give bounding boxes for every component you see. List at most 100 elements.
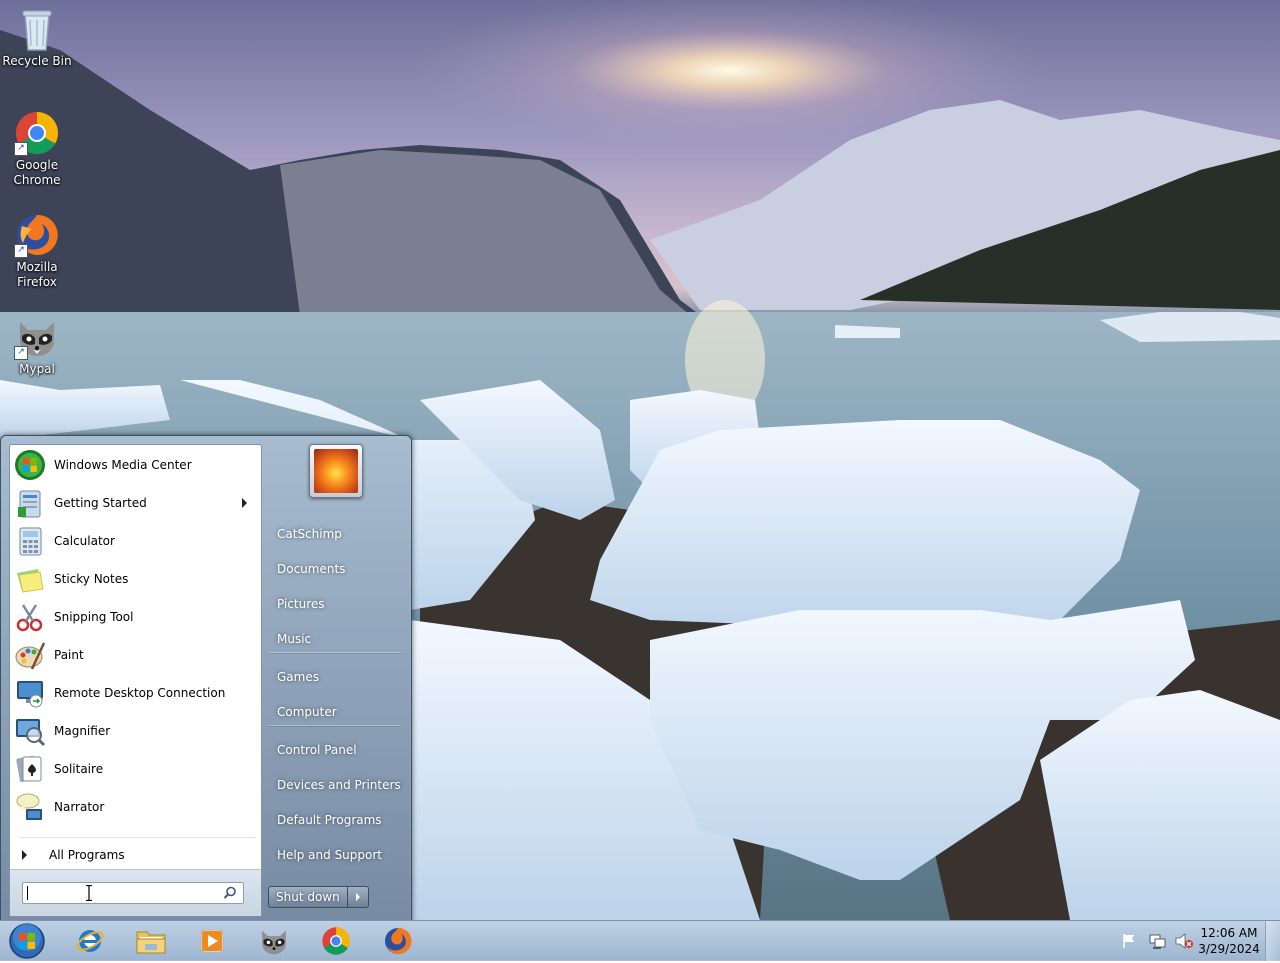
taskbar: 12:06 AM 3/29/2024	[0, 920, 1280, 961]
link-control-panel[interactable]: Control Panel	[267, 735, 403, 765]
search-icon[interactable]	[223, 886, 237, 900]
program-label: Calculator	[54, 534, 115, 548]
search-area	[10, 869, 261, 916]
firefox-icon: ↗	[14, 212, 60, 258]
link-default-programs[interactable]: Default Programs	[267, 805, 403, 835]
link-computer[interactable]: Computer	[267, 697, 403, 727]
media-player-icon	[200, 929, 224, 953]
calculator-icon	[14, 525, 46, 557]
getting-started-icon	[14, 487, 46, 519]
taskbar-internet-explorer[interactable]	[62, 923, 118, 959]
shortcut-arrow-icon: ↗	[14, 142, 28, 156]
remote-desktop-icon	[14, 677, 46, 709]
program-label: Paint	[54, 648, 84, 662]
shutdown-control: Shut down	[268, 886, 369, 908]
program-label: Snipping Tool	[54, 610, 134, 624]
program-solitaire[interactable]: Solitaire	[12, 751, 259, 787]
sticky-notes-icon	[14, 563, 46, 595]
shortcut-arrow-icon: ↗	[14, 346, 28, 360]
taskbar-media-player[interactable]	[184, 923, 240, 959]
program-sticky-notes[interactable]: Sticky Notes	[12, 561, 259, 597]
desktop-icon-label: Chrome	[13, 173, 61, 187]
program-snipping-tool[interactable]: Snipping Tool	[12, 599, 259, 635]
recycle-bin-icon	[14, 6, 60, 52]
link-help-and-support[interactable]: Help and Support	[267, 840, 403, 870]
places-separator	[269, 652, 401, 653]
volume-muted-icon[interactable]	[1174, 932, 1194, 950]
start-menu: Windows Media Center Getting Started Cal…	[0, 435, 412, 923]
text-cursor	[27, 886, 28, 900]
chrome-icon: ↗	[14, 110, 60, 156]
expand-arrow-icon	[22, 850, 27, 860]
program-remote-desktop-connection[interactable]: Remote Desktop Connection	[12, 675, 259, 711]
raccoon-icon: ↗	[14, 314, 60, 360]
link-pictures[interactable]: Pictures	[267, 589, 403, 619]
paint-icon	[14, 639, 46, 671]
desktop-icon-label: Recycle Bin	[2, 54, 72, 68]
taskbar-clock[interactable]: 12:06 AM 3/29/2024	[1198, 925, 1260, 957]
program-narrator[interactable]: Narrator	[12, 789, 259, 825]
shutdown-button[interactable]: Shut down	[268, 886, 348, 908]
magnifier-icon	[14, 715, 46, 747]
user-photo-flower	[314, 449, 358, 493]
desktop-icon-label: Mozilla	[16, 260, 58, 274]
desktop-icon-label: Mypal	[19, 362, 55, 376]
program-paint[interactable]: Paint	[12, 637, 259, 673]
program-label: Windows Media Center	[54, 458, 192, 472]
program-label: Getting Started	[54, 496, 147, 510]
notification-area	[1120, 921, 1194, 961]
desktop-icon-mypal[interactable]: ↗ Mypal	[0, 314, 74, 377]
link-documents[interactable]: Documents	[267, 554, 403, 584]
program-label: Narrator	[54, 800, 105, 814]
windows-orb-icon	[9, 923, 45, 959]
all-programs-label: All Programs	[49, 848, 125, 862]
program-magnifier[interactable]: Magnifier	[12, 713, 259, 749]
link-devices-and-printers[interactable]: Devices and Printers	[267, 770, 403, 800]
network-icon[interactable]	[1148, 932, 1166, 950]
desktop-icon-label: Google	[15, 158, 59, 172]
program-windows-media-center[interactable]: Windows Media Center	[12, 447, 259, 483]
submenu-arrow-icon[interactable]	[242, 498, 247, 508]
solitaire-icon	[14, 753, 46, 785]
file-explorer-icon	[136, 931, 166, 954]
taskbar-mypal[interactable]	[246, 923, 302, 959]
taskbar-mozilla-firefox[interactable]	[370, 923, 426, 959]
raccoon-icon	[262, 930, 286, 955]
link-games[interactable]: Games	[267, 662, 403, 692]
desktop-icon-google-chrome[interactable]: ↗ Google Chrome	[0, 110, 74, 188]
mouse-ibeam-cursor-icon	[86, 885, 92, 901]
link-music[interactable]: Music	[267, 624, 403, 654]
desktop-icon-recycle-bin[interactable]: Recycle Bin	[0, 6, 74, 69]
program-label: Sticky Notes	[54, 572, 129, 586]
show-desktop-button[interactable]	[1265, 921, 1280, 961]
narrator-icon	[14, 791, 46, 823]
chrome-icon	[322, 927, 350, 955]
action-center-flag-icon[interactable]	[1120, 932, 1138, 950]
shutdown-options-arrow-icon[interactable]	[347, 886, 369, 908]
programs-separator	[20, 837, 255, 838]
program-label: Remote Desktop Connection	[54, 686, 226, 700]
places-separator	[269, 725, 401, 726]
start-button[interactable]	[6, 922, 48, 960]
start-menu-programs-pane: Windows Media Center Getting Started Cal…	[9, 444, 262, 917]
taskbar-google-chrome[interactable]	[308, 923, 364, 959]
windows-media-center-icon	[14, 449, 46, 481]
internet-explorer-icon	[76, 930, 104, 952]
start-menu-places-pane: CatSchimp Documents Pictures Music Games…	[263, 444, 407, 915]
shortcut-arrow-icon: ↗	[14, 244, 28, 258]
desktop-icon-label: Firefox	[17, 275, 57, 289]
program-label: Magnifier	[54, 724, 111, 738]
firefox-icon	[384, 927, 412, 955]
start-search-input[interactable]	[22, 882, 244, 904]
all-programs-button[interactable]: All Programs	[12, 842, 259, 868]
program-calculator[interactable]: Calculator	[12, 523, 259, 559]
desktop-icon-mozilla-firefox[interactable]: ↗ Mozilla Firefox	[0, 212, 74, 290]
snipping-tool-icon	[14, 601, 46, 633]
program-getting-started[interactable]: Getting Started	[12, 485, 259, 521]
link-user-folder[interactable]: CatSchimp	[267, 519, 403, 549]
program-label: Solitaire	[54, 762, 104, 776]
user-picture[interactable]	[309, 444, 363, 498]
clock-time: 12:06 AM	[1200, 926, 1258, 940]
taskbar-file-explorer[interactable]	[123, 923, 179, 959]
clock-date: 3/29/2024	[1198, 942, 1260, 956]
